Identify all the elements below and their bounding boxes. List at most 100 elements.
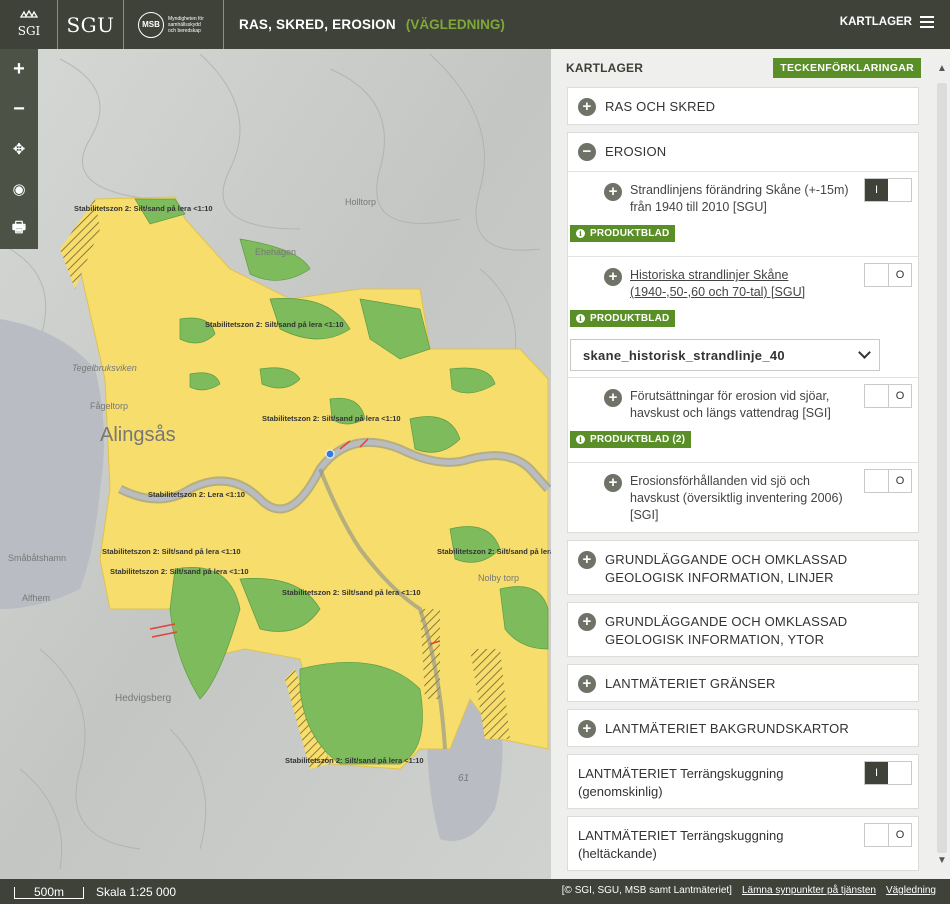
msb-logo-text: Myndigheten för samhällsskydd och bereds…	[168, 15, 204, 34]
app-title: RAS, SKRED, EROSION	[239, 17, 396, 32]
layer-group-geologisk-linjer[interactable]: + GRUNDLÄGGANDE OCH OMKLASSAD GEOLOGISK I…	[567, 540, 919, 595]
feedback-link[interactable]: Lämna synpunkter på tjänsten	[742, 885, 876, 896]
layer-name-link[interactable]: Historiska strandlinjer Skåne (1940-,50-…	[630, 267, 850, 301]
place-label: 61	[458, 773, 469, 784]
zone-label: Stabilitetszon 2: Silt/sand på lera <1:1…	[282, 588, 421, 597]
place-label: Ehehagen	[255, 247, 296, 257]
chevron-down-icon	[858, 346, 871, 359]
place-label: Alingsås	[100, 424, 176, 446]
terrain-layer-transparent: LANTMÄTERIET Terrängskuggning (genomskin…	[567, 754, 919, 809]
plus-icon: +	[13, 57, 25, 80]
terrain-layer-label: LANTMÄTERIET Terrängskuggning (genomskin…	[578, 766, 784, 799]
sgu-logo[interactable]: SGU	[58, 0, 124, 49]
print-button[interactable]: 🖶	[0, 209, 38, 249]
add-plus-icon[interactable]: +	[604, 474, 622, 492]
layer-group-ras-och-skred[interactable]: + RAS OCH SKRED	[567, 87, 919, 125]
place-label: Fågeltorp	[90, 401, 128, 411]
collapse-minus-icon[interactable]: −	[578, 143, 596, 161]
scale-bar: 500m	[14, 886, 84, 899]
product-sheet-button[interactable]: i PRODUKTBLAD (2)	[570, 431, 692, 448]
zoom-out-button[interactable]: −	[0, 89, 38, 129]
sgi-logo[interactable]: SGI	[0, 0, 58, 49]
layer-item: + Historiska strandlinjer Skåne (1940-,5…	[568, 256, 918, 377]
layer-group-geologisk-ytor[interactable]: + GRUNDLÄGGANDE OCH OMKLASSAD GEOLOGISK I…	[567, 602, 919, 657]
svg-text:SGI: SGI	[17, 24, 40, 38]
pan-button[interactable]: ✥	[0, 129, 38, 169]
layer-name: Förutsättningar för erosion vid sjöar, h…	[630, 389, 831, 420]
info-icon: i	[576, 229, 585, 238]
printer-icon: 🖶	[11, 218, 27, 236]
location-marker[interactable]	[325, 449, 335, 459]
terrain-layer-label: LANTMÄTERIET Terrängskuggning (heltäckan…	[578, 828, 784, 861]
layers-panel: KARTLAGER TECKENFÖRKLARINGAR + RAS OCH SK…	[551, 49, 950, 879]
zone-label: Stabilitetszon 2: Silt/sand på lera <1:1…	[437, 547, 551, 556]
expand-plus-icon[interactable]: +	[578, 720, 596, 738]
layers-panel-header: KARTLAGER TECKENFÖRKLARINGAR	[566, 57, 921, 79]
product-sheet-button[interactable]: i PRODUKTBLAD	[570, 225, 676, 242]
app-subtitle[interactable]: (VÄGLEDNING)	[406, 17, 505, 32]
expand-plus-icon[interactable]: +	[578, 551, 596, 569]
scroll-down-icon[interactable]: ▼	[936, 855, 948, 867]
hamburger-icon	[920, 16, 934, 28]
add-plus-icon[interactable]: +	[604, 183, 622, 201]
map-toolbar: + − ✥ ◉ 🖶	[0, 49, 38, 249]
zone-label: Stabilitetszon 2: Silt/sand på lera <1:1…	[205, 320, 344, 329]
zone-label: Stabilitetszon 2: Silt/sand på lera <1:1…	[74, 204, 213, 213]
layer-toggle[interactable]: O	[864, 384, 912, 408]
scroll-thumb[interactable]	[937, 83, 947, 853]
scale-text: Skala 1:25 000	[96, 884, 177, 899]
place-label: Alfhem	[22, 593, 50, 603]
msb-logo-mark: MSB	[138, 11, 164, 38]
info-icon: i	[576, 314, 585, 323]
map-canvas[interactable]: Alingsås Tegelbruksviken Fågeltorp Småbå…	[0, 49, 551, 879]
expand-plus-icon[interactable]: +	[578, 98, 596, 116]
app-header: SGI SGU MSB Myndigheten för samhällsskyd…	[0, 0, 950, 49]
layers-panel-title: KARTLAGER	[566, 61, 644, 75]
footer-credits: [© SGI, SGU, MSB samt Lantmäteriet] Lämn…	[562, 885, 936, 896]
expand-plus-icon[interactable]: +	[578, 613, 596, 631]
zoom-in-button[interactable]: +	[0, 49, 38, 89]
product-sheet-button[interactable]: i PRODUKTBLAD	[570, 310, 676, 327]
add-plus-icon[interactable]: +	[604, 268, 622, 286]
zone-label: Stabilitetszon 2: Silt/sand på lera <1:1…	[110, 567, 249, 576]
place-label: Småbåtshamn	[8, 553, 66, 563]
layer-name: Strandlinjens förändring Skåne (+-15m) f…	[630, 183, 849, 214]
place-label: Holltorp	[345, 197, 376, 207]
terrain-layer-opaque: LANTMÄTERIET Terrängskuggning (heltäckan…	[567, 816, 919, 871]
minus-icon: −	[13, 97, 25, 120]
info-icon: i	[576, 435, 585, 444]
legend-button[interactable]: TECKENFÖRKLARINGAR	[773, 58, 921, 78]
place-label: Tegelbruksviken	[72, 363, 137, 373]
zone-label: Stabilitetszon 2: Silt/sand på lera <1:1…	[102, 547, 241, 556]
zone-label: Stabilitetszon 2: Silt/sand på lera <1:1…	[285, 756, 424, 765]
msb-logo[interactable]: MSB Myndigheten för samhällsskydd och be…	[124, 0, 224, 49]
layers-menu-button[interactable]: KARTLAGER	[840, 16, 934, 28]
layer-group-erosion: − EROSION + Strandlinjens förändring Skån…	[567, 132, 919, 533]
layer-group-lantmateriet-granser[interactable]: + LANTMÄTERIET GRÄNSER	[567, 664, 919, 702]
zone-label: Stabilitetszon 2: Lera <1:10	[148, 490, 245, 499]
app-footer: 500m Skala 1:25 000 [© SGI, SGU, MSB sam…	[0, 879, 950, 904]
layer-toggle[interactable]: I	[864, 178, 912, 202]
layer-toggle[interactable]: O	[864, 823, 912, 847]
map-svg[interactable]: Alingsås Tegelbruksviken Fågeltorp Småbå…	[0, 49, 551, 879]
locate-button[interactable]: ◉	[0, 169, 38, 209]
layer-toggle[interactable]: I	[864, 761, 912, 785]
layer-toggle[interactable]: O	[864, 263, 912, 287]
add-plus-icon[interactable]: +	[604, 389, 622, 407]
sgi-crown-icon: SGI	[17, 9, 40, 38]
copyright-text: [© SGI, SGU, MSB samt Lantmäteriet]	[561, 885, 732, 896]
place-label: Nolby torp	[478, 573, 519, 583]
layer-group-erosion-header[interactable]: − EROSION	[568, 133, 918, 171]
sidebar-scrollbar[interactable]: ▲ ▼	[934, 57, 950, 871]
layer-group-lantmateriet-bakgrundskartor[interactable]: + LANTMÄTERIET BAKGRUNDSKARTOR	[567, 709, 919, 747]
layer-name: Erosionsförhållanden vid sjö och havskus…	[630, 474, 843, 522]
layer-item: + Erosionsförhållanden vid sjö och havsk…	[568, 462, 918, 535]
expand-plus-icon[interactable]: +	[578, 675, 596, 693]
layer-toggle[interactable]: O	[864, 469, 912, 493]
target-icon: ◉	[12, 181, 26, 198]
strandlinje-select[interactable]: skane_historisk_strandlinje_40	[570, 339, 880, 371]
move-arrows-icon: ✥	[12, 141, 26, 158]
zone-label: Stabilitetszon 2: Silt/sand på lera <1:1…	[262, 414, 401, 423]
scroll-up-icon[interactable]: ▲	[936, 63, 948, 75]
guide-link[interactable]: Vägledning	[886, 885, 936, 896]
